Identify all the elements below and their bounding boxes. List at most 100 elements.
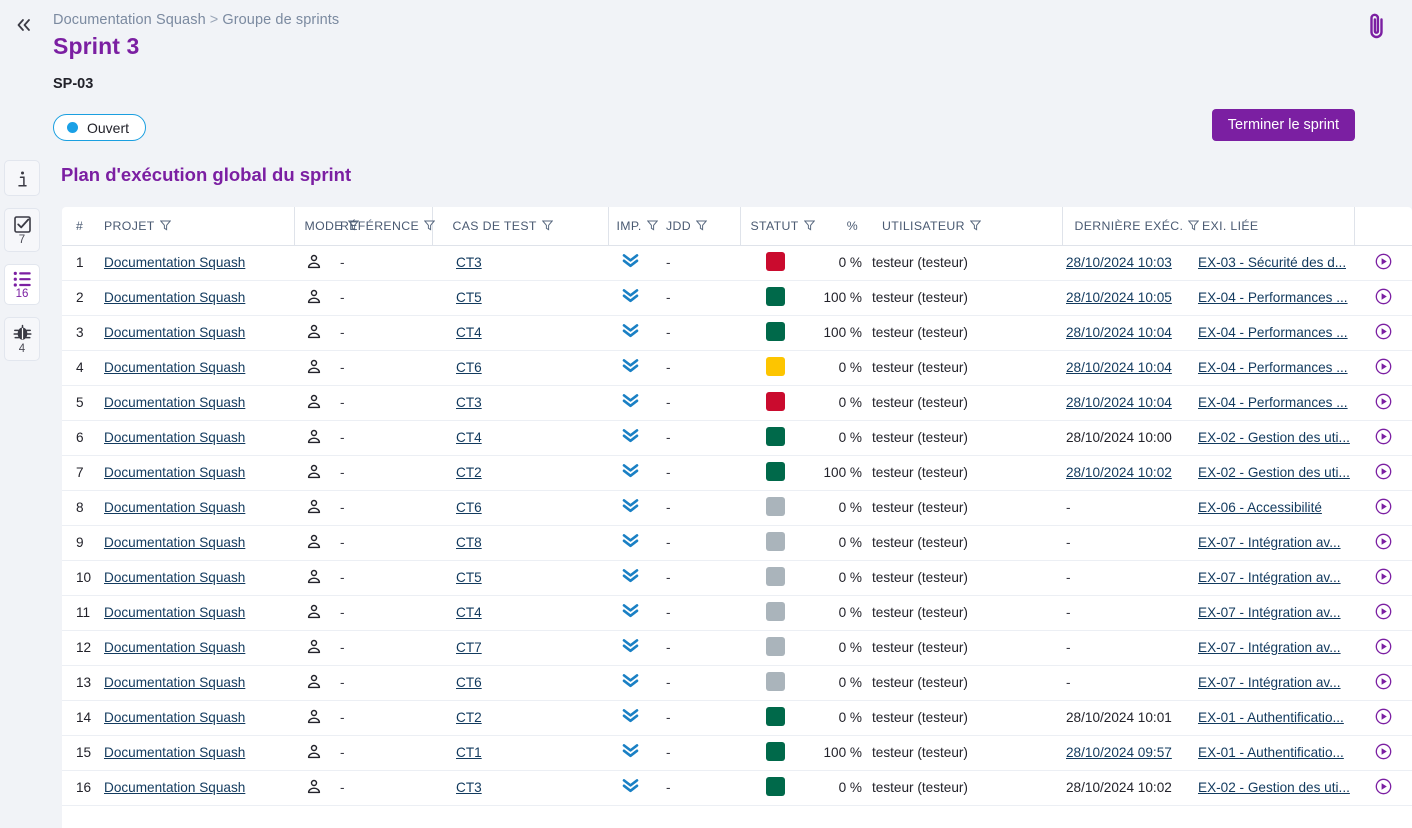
paperclip-icon[interactable] <box>1360 8 1394 44</box>
cell-test-case-link[interactable]: CT4 <box>456 605 482 620</box>
cell-project-link[interactable]: Documentation Squash <box>104 430 245 445</box>
execute-button[interactable] <box>1375 743 1392 760</box>
breadcrumb-leaf[interactable]: Groupe de sprints <box>222 12 339 28</box>
cell-last-execution-link[interactable]: 28/10/2024 10:04 <box>1066 395 1172 410</box>
execute-button[interactable] <box>1375 253 1392 270</box>
col-header-reference[interactable]: RÉFÉRENCE <box>334 207 436 246</box>
col-header-percent[interactable]: % <box>810 207 862 246</box>
cell-project-link[interactable]: Documentation Squash <box>104 640 245 655</box>
cell-test-case-link[interactable]: CT3 <box>456 780 482 795</box>
cell-project-link[interactable]: Documentation Squash <box>104 465 245 480</box>
execute-button[interactable] <box>1375 533 1392 550</box>
execute-button[interactable] <box>1375 568 1392 585</box>
execute-button[interactable] <box>1375 638 1392 655</box>
cell-test-case-link[interactable]: CT7 <box>456 640 482 655</box>
table-row[interactable]: 11 Documentation Squash - CT4 - 0 % testeur (t… <box>62 595 1412 631</box>
table-row[interactable]: 14 Documentation Squash - CT2 - 0 % testeur (t… <box>62 700 1412 736</box>
table-row[interactable]: 9 Documentation Squash - CT8 - 0 % testeur (te… <box>62 525 1412 561</box>
cell-linked-requirement-link[interactable]: EX-01 - Authentificatio... <box>1198 745 1344 760</box>
cell-test-case-link[interactable]: CT6 <box>456 360 482 375</box>
table-row[interactable]: 3 Documentation Squash - CT4 - 100 % testeur (… <box>62 315 1412 351</box>
cell-linked-requirement-link[interactable]: EX-06 - Accessibilité <box>1198 500 1322 515</box>
filter-icon-project[interactable] <box>159 220 171 231</box>
col-header-importance[interactable]: IMP. <box>607 207 658 246</box>
filter-icon-jdd[interactable] <box>695 220 708 231</box>
filter-icon-last-execution[interactable] <box>1187 220 1200 231</box>
cell-project-link[interactable]: Documentation Squash <box>104 710 245 725</box>
execute-button[interactable] <box>1375 288 1392 305</box>
cell-test-case-link[interactable]: CT5 <box>456 290 482 305</box>
cell-linked-requirement-link[interactable]: EX-04 - Performances ... <box>1198 325 1348 340</box>
table-row[interactable]: 8 Documentation Squash - CT6 - 0 % testeur (te… <box>62 490 1412 526</box>
cell-project-link[interactable]: Documentation Squash <box>104 745 245 760</box>
table-row[interactable]: 2 Documentation Squash - CT5 - 100 % testeur (… <box>62 280 1412 316</box>
cell-project-link[interactable]: Documentation Squash <box>104 290 245 305</box>
cell-test-case-link[interactable]: CT3 <box>456 255 482 270</box>
cell-linked-requirement-link[interactable]: EX-07 - Intégration av... <box>1198 570 1341 585</box>
execute-button[interactable] <box>1375 393 1392 410</box>
cell-test-case-link[interactable]: CT6 <box>456 675 482 690</box>
cell-linked-requirement-link[interactable]: EX-04 - Performances ... <box>1198 290 1348 305</box>
cell-project-link[interactable]: Documentation Squash <box>104 535 245 550</box>
cell-linked-requirement-link[interactable]: EX-02 - Gestion des uti... <box>1198 465 1350 480</box>
cell-linked-requirement-link[interactable]: EX-01 - Authentificatio... <box>1198 710 1344 725</box>
execute-button[interactable] <box>1375 498 1392 515</box>
col-header-test-case[interactable]: CAS DE TEST <box>431 207 554 246</box>
cell-last-execution-link[interactable]: 28/10/2024 10:03 <box>1066 255 1172 270</box>
filter-icon-reference[interactable] <box>423 220 436 231</box>
table-row[interactable]: 6 Documentation Squash - CT4 - 0 % testeur (te… <box>62 420 1412 456</box>
cell-last-execution-link[interactable]: 28/10/2024 10:02 <box>1066 465 1172 480</box>
cell-last-execution-link[interactable]: 28/10/2024 10:05 <box>1066 290 1172 305</box>
cell-linked-requirement-link[interactable]: EX-02 - Gestion des uti... <box>1198 430 1350 445</box>
filter-icon-importance[interactable] <box>646 220 658 231</box>
table-row[interactable]: 4 Documentation Squash - CT6 - 0 % testeur (te… <box>62 350 1412 386</box>
cell-test-case-link[interactable]: CT6 <box>456 500 482 515</box>
cell-linked-requirement-link[interactable]: EX-07 - Intégration av... <box>1198 605 1341 620</box>
execute-button[interactable] <box>1375 708 1392 725</box>
sidebar-collapse-button[interactable] <box>8 10 40 40</box>
cell-linked-requirement-link[interactable]: EX-02 - Gestion des uti... <box>1198 780 1350 795</box>
filter-icon-test-case[interactable] <box>541 220 554 231</box>
table-row[interactable]: 13 Documentation Squash - CT6 - 0 % testeur (t… <box>62 665 1412 701</box>
table-row[interactable]: 12 Documentation Squash - CT7 - 0 % testeur (t… <box>62 630 1412 666</box>
table-row[interactable]: 15 Documentation Squash - CT1 - 100 % testeur … <box>62 735 1412 771</box>
rail-item-information[interactable] <box>4 160 40 196</box>
col-header-last-execution[interactable]: DERNIÈRE EXÉC. <box>1061 207 1200 246</box>
col-header-status[interactable]: STATUT <box>739 207 815 246</box>
execute-button[interactable] <box>1375 673 1392 690</box>
status-badge[interactable]: Ouvert <box>53 114 147 141</box>
cell-test-case-link[interactable]: CT1 <box>456 745 482 760</box>
cell-project-link[interactable]: Documentation Squash <box>104 570 245 585</box>
cell-last-execution-link[interactable]: 28/10/2024 09:57 <box>1066 745 1172 760</box>
table-row[interactable]: 1 Documentation Squash - CT3 - 0 % testeur (te… <box>62 245 1412 281</box>
cell-linked-requirement-link[interactable]: EX-07 - Intégration av... <box>1198 535 1341 550</box>
col-header-linked-requirement[interactable]: EXI. LIÉE <box>1194 207 1354 246</box>
filter-icon-status[interactable] <box>803 220 815 231</box>
cell-linked-requirement-link[interactable]: EX-03 - Sécurité des d... <box>1198 255 1346 270</box>
cell-project-link[interactable]: Documentation Squash <box>104 395 245 410</box>
cell-test-case-link[interactable]: CT8 <box>456 535 482 550</box>
execute-button[interactable] <box>1375 428 1392 445</box>
cell-project-link[interactable]: Documentation Squash <box>104 780 245 795</box>
cell-project-link[interactable]: Documentation Squash <box>104 605 245 620</box>
cell-linked-requirement-link[interactable]: EX-04 - Performances ... <box>1198 395 1348 410</box>
cell-linked-requirement-link[interactable]: EX-07 - Intégration av... <box>1198 675 1341 690</box>
table-row[interactable]: 10 Documentation Squash - CT5 - 0 % testeur (t… <box>62 560 1412 596</box>
cell-last-execution-link[interactable]: 28/10/2024 10:04 <box>1066 360 1172 375</box>
filter-icon-user[interactable] <box>969 220 982 231</box>
table-row[interactable]: 16 Documentation Squash - CT3 - 0 % testeur (t… <box>62 770 1412 806</box>
cell-linked-requirement-link[interactable]: EX-07 - Intégration av... <box>1198 640 1341 655</box>
execute-button[interactable] <box>1375 358 1392 375</box>
rail-item-executions[interactable]: 16 <box>4 263 40 305</box>
cell-project-link[interactable]: Documentation Squash <box>104 325 245 340</box>
cell-test-case-link[interactable]: CT2 <box>456 465 482 480</box>
cell-test-case-link[interactable]: CT5 <box>456 570 482 585</box>
cell-test-case-link[interactable]: CT4 <box>456 430 482 445</box>
col-header-mode[interactable]: MODE <box>293 207 360 246</box>
col-header-number[interactable]: # <box>62 207 104 246</box>
table-row[interactable]: 5 Documentation Squash - CT3 - 0 % testeur (te… <box>62 385 1412 421</box>
breadcrumb-root[interactable]: Documentation Squash <box>53 12 206 28</box>
cell-test-case-link[interactable]: CT3 <box>456 395 482 410</box>
cell-linked-requirement-link[interactable]: EX-04 - Performances ... <box>1198 360 1348 375</box>
finish-sprint-button[interactable]: Terminer le sprint <box>1211 109 1355 141</box>
